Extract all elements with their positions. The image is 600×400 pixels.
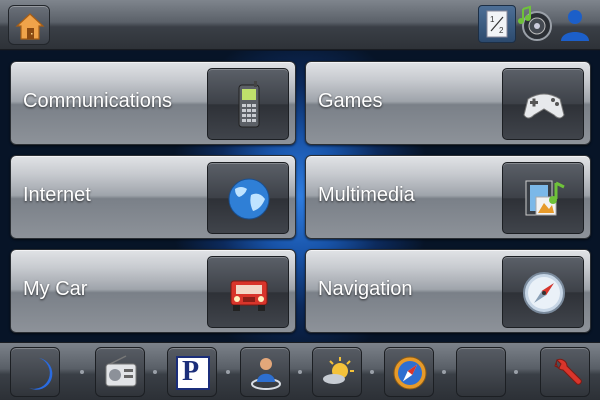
dock-separator [442,370,446,374]
car-icon [230,280,268,311]
dock-settings-button[interactable] [540,347,590,397]
dock-weather-button[interactable] [312,347,362,397]
tile-my-car[interactable]: My Car [10,249,296,333]
dock-compass-button[interactable] [384,347,434,397]
tile-iconbox-navigation [502,256,584,328]
tile-iconbox-games [502,68,584,140]
dock-radio-button[interactable] [95,347,145,397]
home-icon [15,13,45,40]
night-mode-icon [29,358,53,390]
split-screen-button[interactable]: 1 2 [478,5,516,43]
tile-multimedia[interactable]: Multimedia [305,155,591,239]
dock-parking-button[interactable]: P [167,347,217,397]
dock-night-mode-button[interactable] [10,347,60,397]
media-player-icon [518,5,552,41]
split-screen-icon: 1 2 [486,10,508,38]
tile-label-my-car: My Car [23,278,88,300]
dock-separator [370,370,374,374]
tile-label-communications: Communications [23,90,172,112]
top-bar: 1 2 [0,0,600,50]
dock-separator [226,370,230,374]
tile-label-games: Games [318,90,383,112]
tile-navigation[interactable]: Navigation [305,249,591,333]
dock-empty-slot[interactable] [456,347,506,397]
radio-icon [105,355,137,387]
compass-icon [523,272,565,314]
tile-iconbox-my-car [207,256,289,328]
globe-icon [228,178,270,220]
tile-games[interactable]: Games [305,61,591,145]
tile-internet[interactable]: Internet [10,155,296,239]
dock-separator [80,370,84,374]
user-icon [561,10,589,41]
home-button[interactable] [8,5,50,45]
user-profile-button[interactable] [556,5,594,43]
parking-letter: P [182,356,200,387]
media-player-button[interactable] [516,5,554,43]
gamepad-icon [523,93,565,119]
svg-text:1: 1 [490,15,495,24]
tile-label-multimedia: Multimedia [318,184,415,206]
mobile-phone-icon [238,81,260,128]
main-menu: Communications Games Internet Multimedia… [0,51,600,342]
tile-iconbox-multimedia [502,162,584,234]
user-location-icon [251,358,281,390]
tile-communications[interactable]: Communications [10,61,296,145]
settings-icon [554,358,582,385]
dock-user-location-button[interactable] [240,347,290,397]
dock-separator [153,370,157,374]
tile-label-navigation: Navigation [318,278,413,300]
weather-icon [323,357,354,384]
tile-iconbox-internet [207,162,289,234]
tile-label-internet: Internet [23,184,91,206]
dock-separator [514,370,518,374]
multimedia-icon [525,180,565,216]
dock-separator [298,370,302,374]
compass-icon [393,356,427,390]
svg-text:2: 2 [499,26,504,35]
tile-iconbox-communications [207,68,289,140]
bottom-dock: P [0,342,600,400]
